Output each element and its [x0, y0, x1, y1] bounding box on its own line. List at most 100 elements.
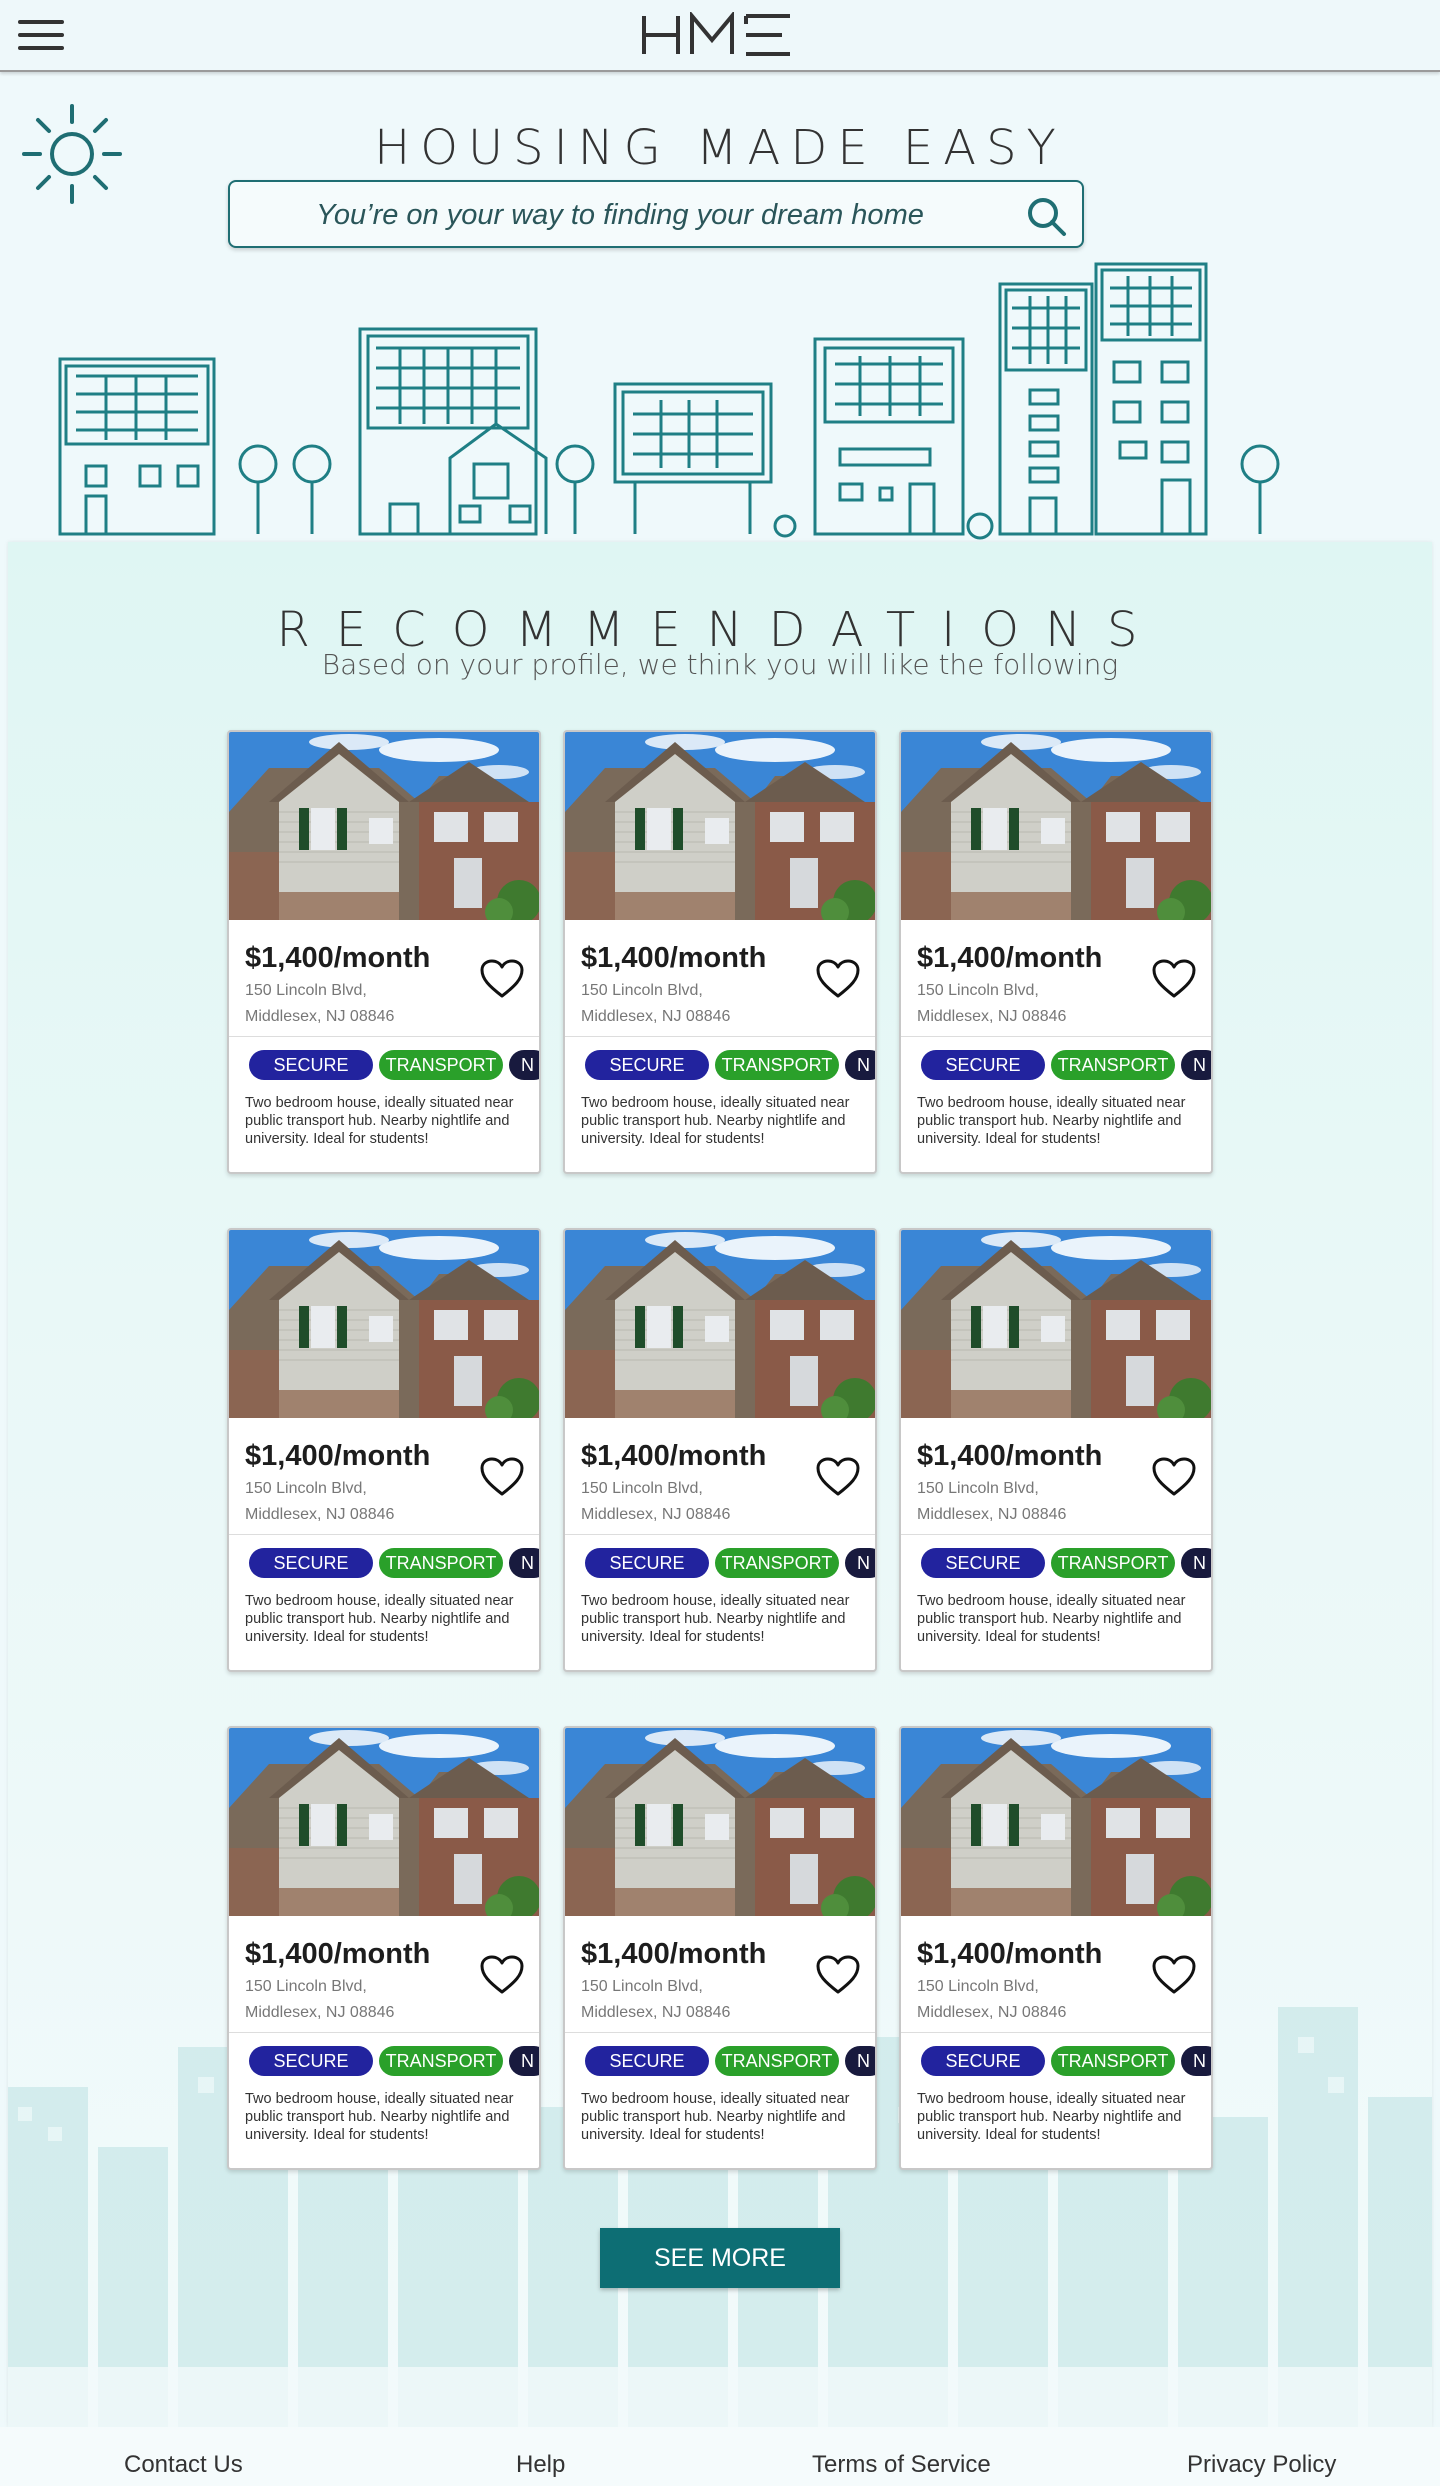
listing-description: Two bedroom house, ideally situated near… — [581, 1593, 850, 1645]
listing-price: $1,400/month — [917, 1440, 1103, 1472]
tag-secure: SECURE — [585, 2046, 709, 2076]
tag-transport: TRANSPORT — [1051, 2046, 1175, 2076]
listing-address-line1: 150 Lincoln Blvd, — [245, 1978, 367, 1995]
listing-address-line1: 150 Lincoln Blvd, — [581, 1480, 703, 1497]
listing-tags: SECURE TRANSPORT N — [249, 1050, 539, 1080]
house-photo — [565, 1230, 875, 1418]
house-photo — [229, 732, 539, 920]
listing-card[interactable]: $1,400/month 150 Lincoln Blvd, Middlesex, … — [563, 1726, 877, 2170]
listing-price: $1,400/month — [917, 1938, 1103, 1970]
listing-tags: SECURE TRANSPORT N — [249, 1548, 539, 1578]
card-divider — [565, 1534, 875, 1535]
listing-address-line2: Middlesex, NJ 08846 — [245, 1506, 395, 1523]
footer-link-contact-us[interactable]: Contact Us — [124, 2451, 243, 2479]
listing-description: Two bedroom house, ideally situated near… — [917, 1593, 1186, 1645]
heart-icon[interactable] — [815, 1456, 861, 1498]
listing-price: $1,400/month — [245, 942, 431, 974]
see-more-button[interactable]: SEE MORE — [600, 2228, 840, 2288]
tag-nightlife: N — [1181, 1548, 1211, 1578]
tag-transport: TRANSPORT — [379, 1548, 503, 1578]
card-divider — [901, 1534, 1211, 1535]
tag-transport: TRANSPORT — [379, 2046, 503, 2076]
skyline-illustration — [58, 262, 1280, 540]
heart-icon[interactable] — [1151, 958, 1197, 1000]
tag-nightlife: N — [845, 1548, 875, 1578]
footer: Contact Us Help Terms of Service Privacy… — [0, 2427, 1440, 2486]
card-divider — [565, 2032, 875, 2033]
footer-link-terms-of-service[interactable]: Terms of Service — [812, 2451, 991, 2479]
hero-title: HOUSING MADE EASY — [374, 120, 1066, 176]
card-divider — [229, 2032, 539, 2033]
tag-secure: SECURE — [921, 1050, 1045, 1080]
listing-address-line2: Middlesex, NJ 08846 — [917, 1506, 1067, 1523]
heart-icon[interactable] — [1151, 1954, 1197, 1996]
listing-address-line2: Middlesex, NJ 08846 — [581, 1008, 731, 1025]
tag-transport: TRANSPORT — [715, 2046, 839, 2076]
listing-price: $1,400/month — [245, 1938, 431, 1970]
house-photo — [901, 732, 1211, 920]
tag-secure: SECURE — [249, 2046, 373, 2076]
listing-card[interactable]: $1,400/month 150 Lincoln Blvd, Middlesex, … — [899, 1726, 1213, 2170]
listing-description: Two bedroom house, ideally situated near… — [245, 2091, 514, 2143]
card-divider — [901, 2032, 1211, 2033]
tag-transport: TRANSPORT — [1051, 1050, 1175, 1080]
listing-address-line2: Middlesex, NJ 08846 — [581, 2004, 731, 2021]
tag-nightlife: N — [509, 1548, 539, 1578]
listing-address-line1: 150 Lincoln Blvd, — [245, 1480, 367, 1497]
listing-card[interactable]: $1,400/month 150 Lincoln Blvd, Middlesex, … — [227, 1228, 541, 1672]
tag-secure: SECURE — [585, 1548, 709, 1578]
heart-icon[interactable] — [479, 1954, 525, 1996]
listing-tags: SECURE TRANSPORT N — [921, 2046, 1211, 2076]
tag-nightlife: N — [1181, 2046, 1211, 2076]
house-photo — [229, 1728, 539, 1916]
listing-card[interactable]: $1,400/month 150 Lincoln Blvd, Middlesex, … — [899, 1228, 1213, 1672]
listing-address-line2: Middlesex, NJ 08846 — [245, 2004, 395, 2021]
house-photo — [901, 1728, 1211, 1916]
recommendations-section: RECOMMENDATIONS Based on your profile, w… — [8, 542, 1432, 2427]
footer-link-help[interactable]: Help — [516, 2451, 565, 2479]
tag-nightlife: N — [509, 2046, 539, 2076]
heart-icon[interactable] — [479, 1456, 525, 1498]
listing-address-line2: Middlesex, NJ 08846 — [917, 2004, 1067, 2021]
tag-transport: TRANSPORT — [715, 1050, 839, 1080]
listing-card[interactable]: $1,400/month 150 Lincoln Blvd, Middlesex, … — [563, 1228, 877, 1672]
listing-card[interactable]: $1,400/month 150 Lincoln Blvd, Middlesex, … — [227, 1726, 541, 2170]
listing-address-line2: Middlesex, NJ 08846 — [917, 1008, 1067, 1025]
listing-address-line1: 150 Lincoln Blvd, — [581, 982, 703, 999]
listing-address-line1: 150 Lincoln Blvd, — [917, 982, 1039, 999]
heart-icon[interactable] — [815, 958, 861, 1000]
tag-secure: SECURE — [921, 1548, 1045, 1578]
listing-price: $1,400/month — [581, 1938, 767, 1970]
listing-price: $1,400/month — [581, 1440, 767, 1472]
listing-address-line1: 150 Lincoln Blvd, — [917, 1978, 1039, 1995]
listing-tags: SECURE TRANSPORT N — [585, 1548, 875, 1578]
listing-description: Two bedroom house, ideally situated near… — [581, 1095, 850, 1147]
house-photo — [901, 1230, 1211, 1418]
listing-tags: SECURE TRANSPORT N — [585, 1050, 875, 1080]
listing-price: $1,400/month — [581, 942, 767, 974]
search-bar — [228, 180, 1084, 248]
tag-nightlife: N — [1181, 1050, 1211, 1080]
listing-address-line2: Middlesex, NJ 08846 — [245, 1008, 395, 1025]
hme-logo[interactable] — [640, 12, 800, 58]
search-icon[interactable] — [1024, 194, 1068, 238]
listing-address-line2: Middlesex, NJ 08846 — [581, 1506, 731, 1523]
listing-address-line1: 150 Lincoln Blvd, — [917, 1480, 1039, 1497]
house-photo — [229, 1230, 539, 1418]
listing-card[interactable]: $1,400/month 150 Lincoln Blvd, Middlesex, … — [227, 730, 541, 1174]
tag-transport: TRANSPORT — [715, 1548, 839, 1578]
listing-card[interactable]: $1,400/month 150 Lincoln Blvd, Middlesex, … — [899, 730, 1213, 1174]
hamburger-menu-icon[interactable] — [18, 20, 64, 52]
listing-tags: SECURE TRANSPORT N — [249, 2046, 539, 2076]
heart-icon[interactable] — [1151, 1456, 1197, 1498]
heart-icon[interactable] — [815, 1954, 861, 1996]
listing-card[interactable]: $1,400/month 150 Lincoln Blvd, Middlesex, … — [563, 730, 877, 1174]
listing-description: Two bedroom house, ideally situated near… — [245, 1095, 514, 1147]
heart-icon[interactable] — [479, 958, 525, 1000]
search-input[interactable] — [250, 192, 990, 238]
tag-nightlife: N — [845, 1050, 875, 1080]
listing-description: Two bedroom house, ideally situated near… — [581, 2091, 850, 2143]
hero-section: HOUSING MADE EASY — [0, 72, 1440, 542]
listing-tags: SECURE TRANSPORT N — [585, 2046, 875, 2076]
footer-link-privacy-policy[interactable]: Privacy Policy — [1187, 2451, 1336, 2479]
